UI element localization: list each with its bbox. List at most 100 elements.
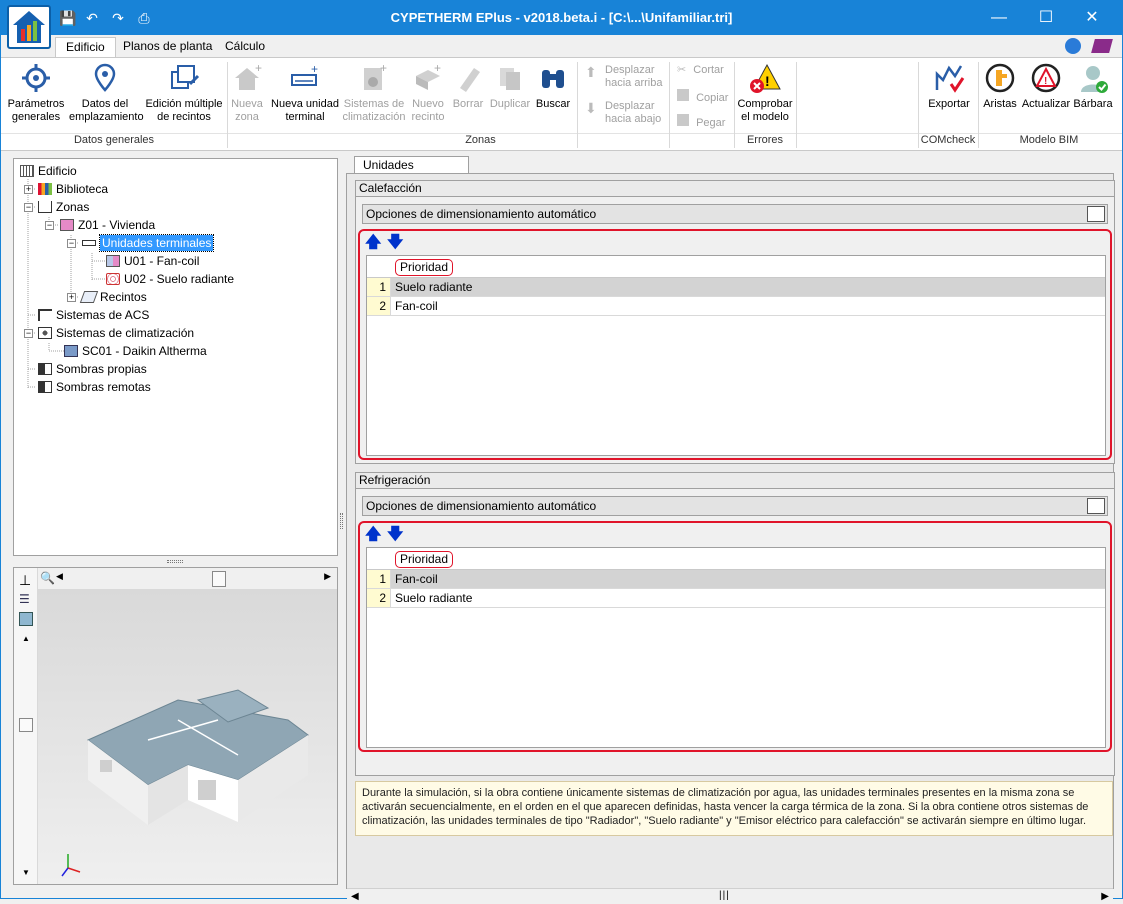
row-number: 2 (367, 297, 391, 315)
layers-icon[interactable]: ☰ (19, 592, 30, 606)
shadow-icon (38, 363, 52, 375)
tree-item-u01[interactable]: U01 - Fan-coil (106, 252, 199, 270)
climatizacion-expander[interactable]: − (24, 329, 33, 338)
recintos-expander[interactable]: + (67, 293, 76, 302)
svg-text:+: + (255, 62, 262, 75)
slider-thumb[interactable] (212, 571, 226, 587)
calefaccion-move-down-icon[interactable]: 🡇 (387, 235, 403, 251)
tree-item-u02[interactable]: U02 - Suelo radiante (106, 270, 234, 288)
z01-expander[interactable]: − (45, 221, 54, 230)
zoom-icon[interactable]: 🔍 (40, 571, 55, 585)
calefaccion-prioridad-header[interactable]: Prioridad (395, 259, 454, 276)
tree-item-biblioteca[interactable]: Biblioteca (38, 180, 108, 198)
tab-planos-de-planta[interactable]: Planos de planta (113, 37, 222, 57)
refrigeracion-prioridad-header[interactable]: Prioridad (395, 551, 454, 568)
tree-item-sombras-propias[interactable]: Sombras propias (38, 360, 147, 378)
aristas-button[interactable]: Aristas (981, 60, 1019, 132)
slider-left-arrow-icon[interactable]: ◀ (56, 571, 63, 582)
sistemas-climatizacion-button[interactable]: + Sistemas de climatización (342, 60, 406, 132)
refrigeracion-table-header: Prioridad (367, 548, 1105, 570)
tree-item-climatizacion[interactable]: Sistemas de climatización (38, 324, 194, 342)
terminal-unit-icon (82, 240, 96, 246)
tab-calculo[interactable]: Cálculo (215, 37, 275, 57)
duplicar-button[interactable]: Duplicar (488, 60, 532, 132)
panel-splitter-handle[interactable] (167, 560, 183, 563)
row-value: Fan-coil (395, 299, 438, 313)
nueva-unidad-terminal-button[interactable]: + Nueva unidad terminal (269, 60, 341, 132)
table-row[interactable]: 1 Fan-coil (367, 570, 1105, 589)
datos-emplazamiento-button[interactable]: Datos del emplazamiento (69, 60, 144, 132)
table-row[interactable]: 2 Fan-coil (367, 297, 1105, 316)
info-note: Durante la simulación, si la obra contie… (355, 781, 1113, 836)
arrow-up-icon: ⬆ (585, 64, 597, 80)
cortar-label: Cortar (693, 64, 724, 76)
user-barbara-button[interactable]: Bárbara (1073, 60, 1113, 132)
view-cube-icon[interactable] (19, 612, 33, 626)
building-icon (20, 165, 34, 177)
unidades-expander[interactable]: − (67, 239, 76, 248)
row-number: 1 (367, 278, 391, 296)
borrar-label: Borrar (452, 98, 484, 110)
book-icon[interactable] (1091, 39, 1113, 53)
tree-item-sombras-remotas[interactable]: Sombras remotas (38, 378, 151, 396)
tree-item-sc01[interactable]: SC01 - Daikin Altherma (64, 342, 207, 360)
refrigeracion-move-up-icon[interactable]: 🡅 (365, 527, 381, 543)
tree-item-zonas[interactable]: Zonas (38, 198, 89, 216)
view-horizontal-slider[interactable]: 🔍 ◀ ▶ (38, 568, 337, 590)
edicion-label: Edición múltiple de recintos (145, 98, 223, 123)
house-plus-icon: + (235, 62, 262, 90)
calefaccion-move-up-icon[interactable]: 🡅 (365, 235, 381, 251)
minimize-button[interactable]: — (976, 1, 1022, 35)
calefaccion-options-button[interactable] (1087, 206, 1105, 222)
library-books-icon (38, 183, 52, 195)
nueva-zona-button[interactable]: + Nueva zona (229, 60, 265, 132)
3d-model-canvas[interactable] (38, 590, 337, 884)
row-value: Suelo radiante (395, 280, 473, 294)
zoom-up-arrow-icon[interactable]: ▲ (22, 634, 30, 643)
parametros-generales-button[interactable]: Parámetros generales (5, 60, 67, 132)
tap-icon (38, 309, 52, 321)
refrigeracion-section: Refrigeración Opciones de dimensionamien… (355, 472, 1115, 776)
tree-item-recintos[interactable]: Recintos (79, 288, 147, 306)
tree-item-unidades-terminales[interactable]: Unidades terminales (82, 234, 215, 252)
borrar-button[interactable]: Borrar (451, 60, 485, 132)
actualizar-button[interactable]: ! Actualizar (1021, 60, 1071, 132)
duplicar-label: Duplicar (489, 98, 531, 110)
cortar-button[interactable]: ✂ Cortar (677, 64, 731, 77)
biblioteca-expander[interactable]: + (24, 185, 33, 194)
refrigeracion-options-button[interactable] (1087, 498, 1105, 514)
copiar-button[interactable]: Copiar (677, 89, 731, 105)
zonas-expander[interactable]: − (24, 203, 33, 212)
tab-unidades-terminales[interactable]: Unidades terminales (354, 156, 469, 188)
axes-icon[interactable]: ⊥ (19, 572, 31, 589)
exportar-button[interactable]: Exportar (923, 60, 975, 132)
tree-panel: Edificio + Biblioteca − Zonas − Z01 - Vi… (13, 158, 338, 556)
warning-error-icon: ! (750, 63, 781, 93)
scroll-right-arrow-icon[interactable]: ▶ (1101, 891, 1109, 902)
tree-item-z01[interactable]: Z01 - Vivienda (60, 216, 155, 234)
scroll-left-arrow-icon[interactable]: ◀ (351, 891, 359, 902)
document-body: Calefacción Opciones de dimensionamiento… (346, 173, 1115, 904)
scroll-grip[interactable]: ||| (719, 890, 730, 901)
globe-icon[interactable] (1065, 38, 1081, 54)
svg-text:+: + (380, 62, 387, 75)
vertical-splitter-handle[interactable] (340, 513, 343, 529)
edicion-multiple-button[interactable]: Edición múltiple de recintos (144, 60, 224, 132)
nuevo-recinto-button[interactable]: + Nuevo recinto (407, 60, 449, 132)
refrigeracion-move-down-icon[interactable]: 🡇 (387, 527, 403, 543)
table-row[interactable]: 2 Suelo radiante (367, 589, 1105, 608)
comprobar-modelo-button[interactable]: ! Comprobar el modelo (736, 60, 794, 132)
app-logo-icon[interactable] (7, 5, 51, 49)
main-horizontal-scrollbar[interactable]: ◀ ||| ▶ (347, 888, 1113, 904)
buscar-button[interactable]: Buscar (533, 60, 573, 132)
tree-item-acs[interactable]: Sistemas de ACS (38, 306, 149, 324)
close-button[interactable]: ✕ (1069, 1, 1115, 35)
zoom-down-arrow-icon[interactable]: ▼ (22, 868, 30, 877)
tab-edificio[interactable]: Edificio (55, 37, 116, 57)
zoom-slider-thumb[interactable] (19, 718, 33, 732)
tree-item-edificio[interactable]: Edificio (20, 162, 77, 180)
table-row[interactable]: 1 Suelo radiante (367, 278, 1105, 297)
maximize-button[interactable]: ☐ (1023, 1, 1069, 35)
slider-right-arrow-icon[interactable]: ▶ (324, 571, 331, 582)
pegar-button[interactable]: Pegar (677, 114, 731, 130)
